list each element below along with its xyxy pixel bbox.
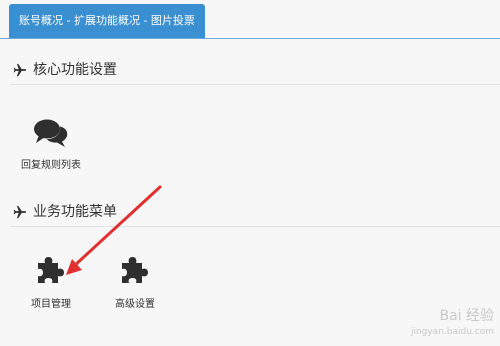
tile-label: 回复规则列表 (21, 160, 81, 171)
section-divider (10, 84, 500, 85)
section-title-text: 核心功能设置 (33, 62, 117, 78)
puzzle-icon (38, 257, 64, 283)
section-title-text: 业务功能菜单 (33, 204, 117, 220)
tab-account-overview[interactable]: 账号概况 - 扩展功能概况 - 图片投票 (9, 4, 205, 38)
reply-rules-tile[interactable]: 回复规则列表 (16, 118, 86, 171)
puzzle-icon (122, 257, 148, 283)
advanced-settings-tile[interactable]: 高级设置 (100, 255, 170, 310)
chat-bubbles-icon (34, 119, 68, 147)
tab-bar-underline (0, 38, 500, 39)
section-title-core-settings: 核心功能设置 (13, 61, 117, 79)
tile-label: 高级设置 (115, 299, 155, 310)
tile-label: 项目管理 (31, 299, 71, 310)
airplane-icon (13, 205, 27, 219)
section-divider (10, 226, 500, 227)
section-title-business-menu: 业务功能菜单 (13, 203, 117, 221)
top-tab-bar: 账号概况 - 扩展功能概况 - 图片投票 (0, 0, 500, 40)
airplane-icon (13, 63, 27, 77)
watermark-logo: Bai 经验 jingyan.baidu.com (410, 308, 494, 337)
project-management-tile[interactable]: 项目管理 (16, 255, 86, 310)
